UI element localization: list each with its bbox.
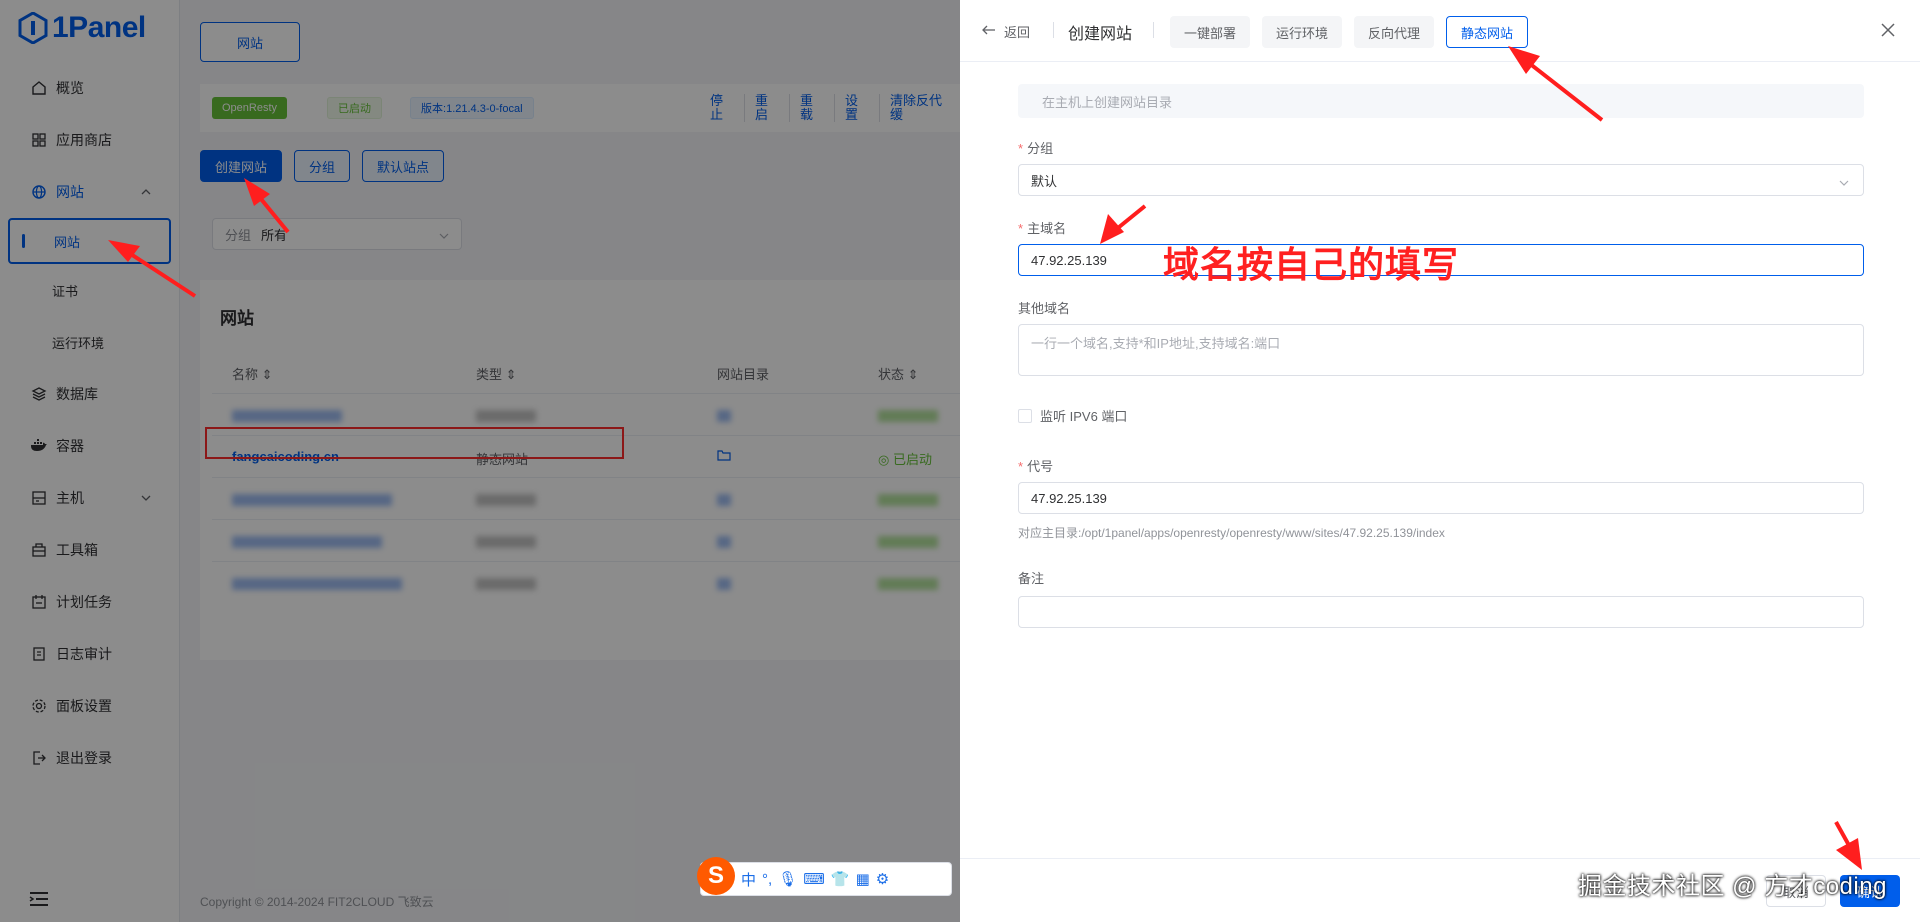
ime-mode[interactable]: 中 <box>741 869 756 890</box>
arrow-left-icon <box>982 24 996 39</box>
annotation-text: 域名按自己的填写 <box>1163 244 1460 285</box>
skin-icon[interactable]: 👕 <box>831 870 850 888</box>
ipv6-checkbox[interactable] <box>1018 408 1032 423</box>
back-button[interactable]: 返回 <box>982 22 1030 41</box>
tab-one-click-deploy[interactable]: 一键部署 <box>1170 16 1251 48</box>
primary-domain-label: * 主域名 <box>1018 221 1067 236</box>
code-label: * 代号 <box>1018 459 1054 474</box>
chevron-down-icon <box>1839 176 1849 191</box>
tab-reverse-proxy[interactable]: 反向代理 <box>1354 16 1435 48</box>
apps-icon[interactable]: ▦ <box>856 870 870 888</box>
divider <box>1053 22 1054 38</box>
code-input[interactable]: 47.92.25.139 <box>1018 482 1864 514</box>
keyboard-icon[interactable]: ⌨ <box>803 870 825 888</box>
group-select[interactable]: 默认 <box>1018 164 1864 196</box>
tab-runtime[interactable]: 运行环境 <box>1262 16 1343 48</box>
tab-static-website[interactable]: 静态网站 <box>1446 16 1529 48</box>
create-website-drawer: 返回 创建网站 一键部署 运行环境 反向代理 静态网站 在主机上创建网站目录 *… <box>960 0 1920 922</box>
drawer-header: 返回 创建网站 一键部署 运行环境 反向代理 静态网站 <box>960 0 1920 62</box>
microphone-icon[interactable]: 🎙 <box>778 870 797 888</box>
ipv6-checkbox-row[interactable]: 监听 IPV6 端口 <box>1018 406 1127 425</box>
group-select-value: 默认 <box>1031 173 1058 189</box>
code-hint: 对应主目录:/opt/1panel/apps/openresty/openres… <box>1018 526 1445 540</box>
remark-input[interactable] <box>1018 596 1864 628</box>
ipv6-label: 监听 IPV6 端口 <box>1040 409 1128 424</box>
divider <box>1153 22 1154 38</box>
modal-overlay[interactable] <box>0 0 960 922</box>
site-dir-field: 在主机上创建网站目录 <box>1018 84 1864 118</box>
sogou-logo-icon[interactable]: S <box>697 857 735 895</box>
settings-icon[interactable]: ⚙ <box>876 870 889 888</box>
remark-label: 备注 <box>1018 571 1045 586</box>
website-type-tabs: 一键部署 运行环境 反向代理 静态网站 <box>1170 16 1529 48</box>
watermark: 掘金技术社区 @ 方才coding <box>1578 873 1887 900</box>
close-icon[interactable] <box>1880 22 1896 41</box>
other-domains-label: 其他域名 <box>1018 301 1071 316</box>
group-label: * 分组 <box>1018 141 1054 156</box>
punctuation-icon[interactable]: °, <box>762 871 772 888</box>
ime-toolbar: S 中 °, 🎙 ⌨ 👕 ▦ ⚙ <box>697 857 952 896</box>
drawer-title: 创建网站 <box>1068 26 1133 43</box>
back-label: 返回 <box>1004 25 1031 40</box>
other-domains-textarea[interactable]: 一行一个域名,支持*和IP地址,支持域名:端口 <box>1018 324 1864 376</box>
